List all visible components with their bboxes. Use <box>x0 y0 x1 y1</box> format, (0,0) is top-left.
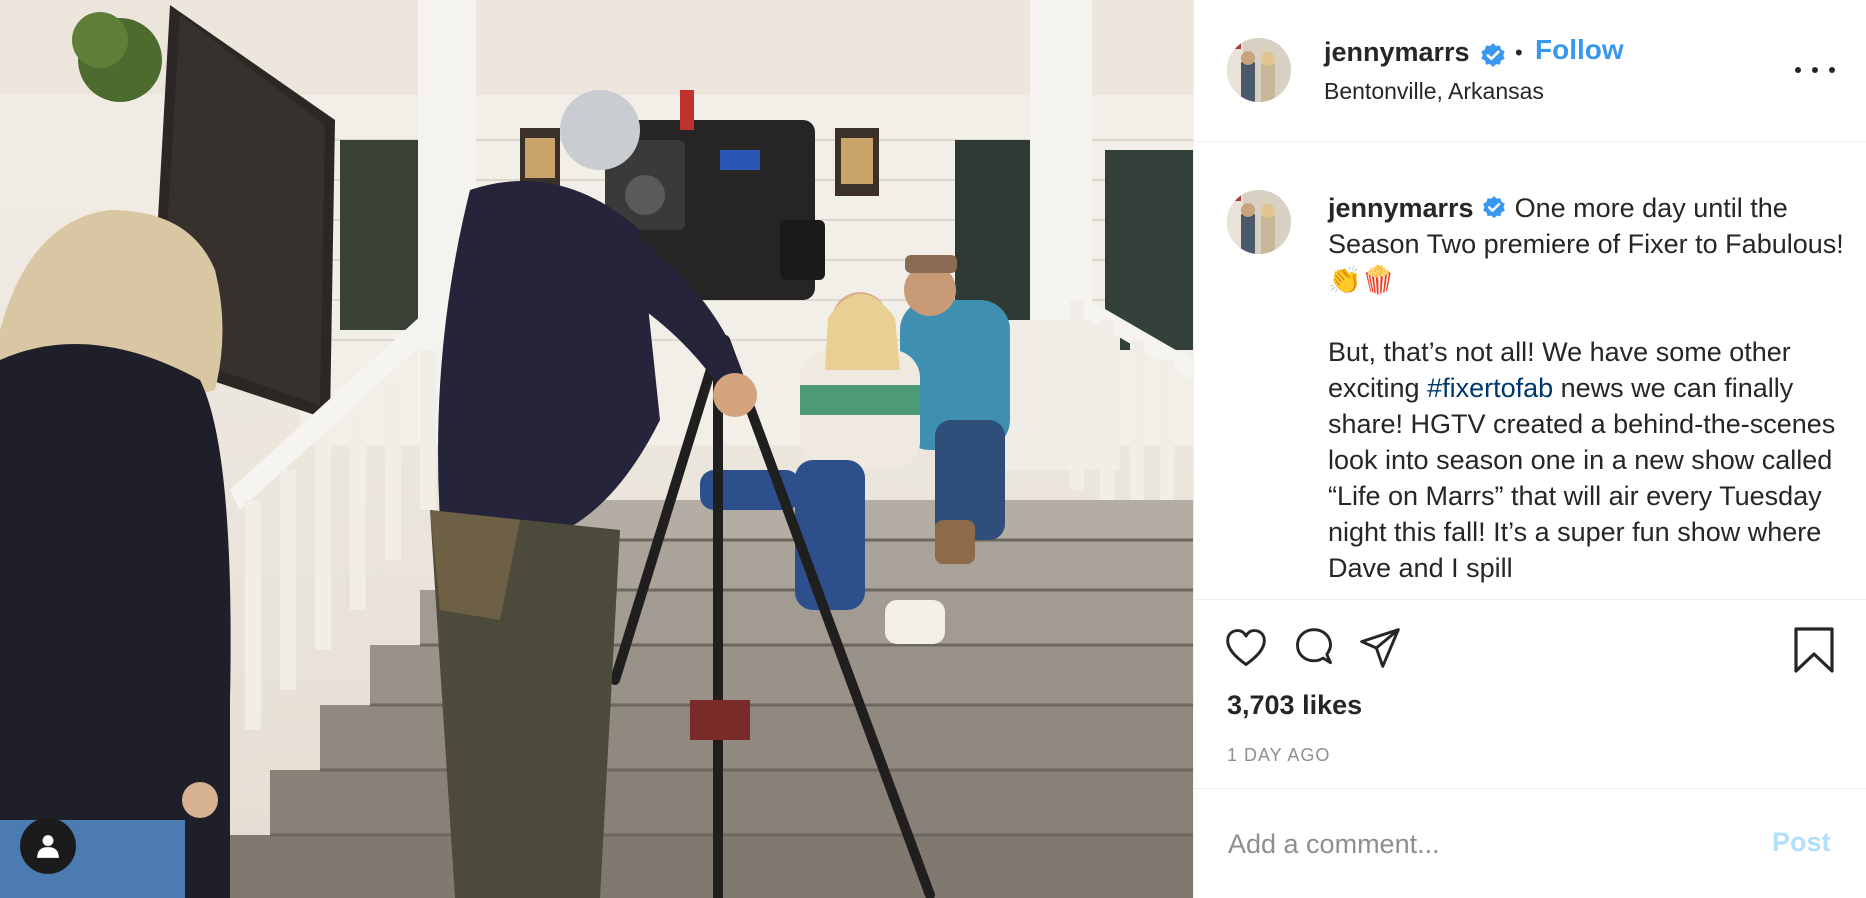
comment-input[interactable] <box>1226 823 1750 865</box>
tagged-users-button[interactable] <box>20 818 76 874</box>
caption-first-paragraph: jennymarrs One more day until the Season… <box>1328 190 1848 298</box>
comment-bubble-icon[interactable] <box>1292 626 1336 670</box>
caption-username[interactable]: jennymarrs <box>1328 193 1474 223</box>
verified-badge-icon <box>1481 43 1505 67</box>
author-username[interactable]: jennymarrs <box>1324 37 1470 68</box>
post-timestamp[interactable]: 1 DAY AGO <box>1227 745 1330 766</box>
post-header: jennymarrs • Follow Bentonville, Arkansa… <box>1194 0 1866 142</box>
verified-badge-icon <box>1483 196 1505 219</box>
post-sidebar: jennymarrs • Follow Bentonville, Arkansa… <box>1193 0 1866 898</box>
avatar-photo <box>1227 38 1291 102</box>
bookmark-icon[interactable] <box>1792 626 1836 674</box>
more-dot <box>1812 67 1818 73</box>
post-photo[interactable] <box>0 0 1193 898</box>
heart-icon[interactable] <box>1224 626 1268 670</box>
more-dot <box>1829 67 1835 73</box>
header-separator: • <box>1515 40 1523 65</box>
caption-scroll-area[interactable]: jennymarrs One more day until the Season… <box>1194 142 1866 600</box>
instagram-post: jennymarrs • Follow Bentonville, Arkansa… <box>0 0 1866 898</box>
caption-text: jennymarrs One more day until the Season… <box>1328 190 1848 586</box>
porch-filming-scene <box>0 0 1193 898</box>
caption-line-2-end: news we can finally share! HGTV created … <box>1328 373 1836 583</box>
likes-count[interactable]: 3,703 likes <box>1227 690 1362 721</box>
caption-author-avatar[interactable] <box>1227 190 1291 254</box>
user-icon <box>37 835 59 858</box>
paper-plane-icon[interactable] <box>1358 626 1402 670</box>
more-dot <box>1795 67 1801 73</box>
location-link[interactable]: Bentonville, Arkansas <box>1324 78 1544 105</box>
post-comment-button[interactable]: Post <box>1772 827 1831 858</box>
avatar-photo <box>1227 190 1291 254</box>
more-options-icon[interactable] <box>1795 60 1835 80</box>
hashtag-link[interactable]: #fixertofab <box>1427 373 1553 403</box>
author-avatar[interactable] <box>1227 38 1291 102</box>
comment-bar: Post <box>1194 788 1866 898</box>
caption-second-paragraph: But, that’s not all! We have some other … <box>1328 334 1848 586</box>
action-bar <box>1194 620 1866 680</box>
follow-button[interactable]: Follow <box>1535 34 1624 66</box>
